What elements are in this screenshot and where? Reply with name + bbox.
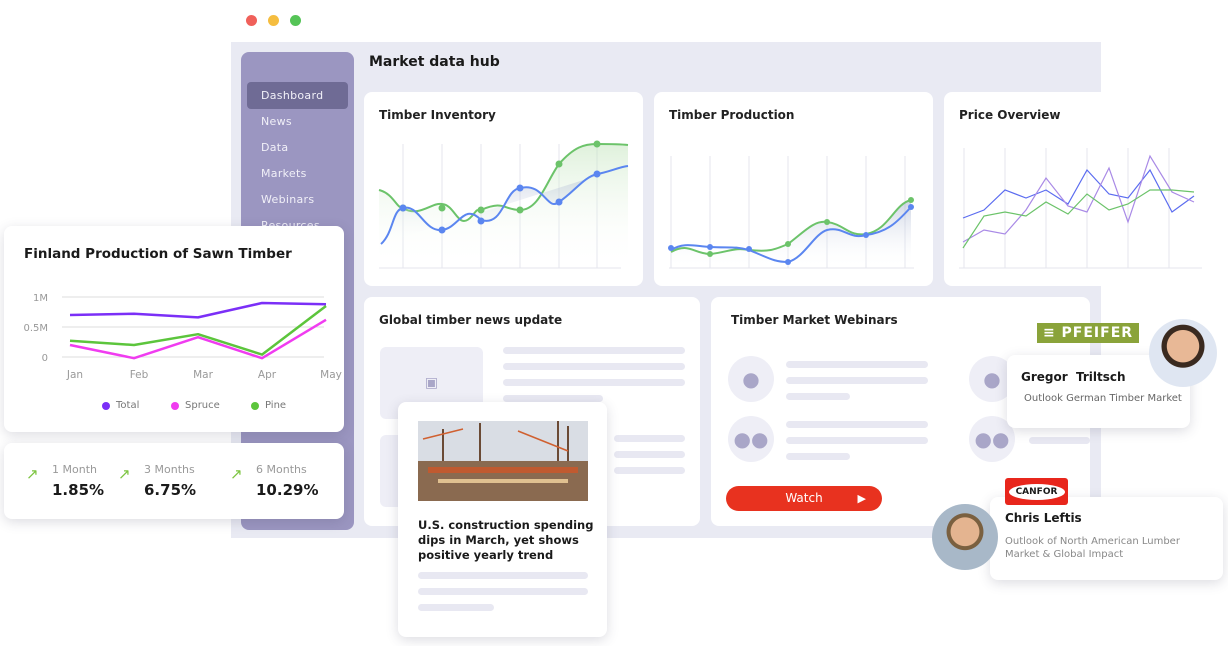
text-placeholder bbox=[786, 421, 928, 428]
minimize-window-button[interactable] bbox=[268, 15, 279, 26]
users-icon: ●● bbox=[728, 416, 774, 462]
text-placeholder bbox=[1029, 437, 1090, 444]
watch-button[interactable]: Watch ▶ bbox=[726, 486, 882, 511]
legend-swatch bbox=[171, 401, 179, 410]
finland-production-card: Finland Production of Sawn Timber 0 0.5M 1… bbox=[4, 226, 344, 432]
text-placeholder bbox=[786, 361, 928, 368]
trend-up-icon: ↗ bbox=[118, 465, 131, 483]
y-tick-label: 1M bbox=[33, 293, 48, 304]
price-overview-card[interactable]: Price Overview bbox=[944, 92, 1228, 286]
construction-photo bbox=[418, 421, 588, 501]
sidebar-item-news[interactable]: News bbox=[247, 108, 348, 135]
timber-inventory-card[interactable]: Timber Inventory bbox=[364, 92, 643, 286]
canfor-logo: CANFOR bbox=[1005, 478, 1068, 505]
text-placeholder bbox=[503, 395, 603, 402]
news-article-card[interactable]: U.S. construction spending dips in March… bbox=[398, 402, 607, 637]
text-placeholder bbox=[614, 435, 685, 442]
y-tick-label: 0.5M bbox=[23, 323, 48, 334]
text-placeholder bbox=[614, 451, 685, 458]
growth-stats-card: ↗ 1 Month 1.85% ↗ 3 Months 6.75% ↗ 6 Months 10… bbox=[4, 443, 344, 519]
series-line-spruce bbox=[69, 318, 327, 360]
stat-label: 1 Month bbox=[52, 463, 97, 476]
trend-up-icon: ↗ bbox=[26, 465, 39, 483]
text-placeholder bbox=[503, 347, 685, 354]
stat-value: 6.75% bbox=[144, 481, 197, 499]
play-icon: ▶ bbox=[857, 492, 866, 505]
text-placeholder bbox=[418, 604, 494, 611]
stat-value: 10.29% bbox=[256, 481, 319, 499]
x-tick-label: Feb bbox=[130, 369, 149, 381]
production-chart bbox=[668, 156, 914, 269]
user-icon: ● bbox=[728, 356, 774, 402]
legend-item-spruce: Spruce bbox=[171, 400, 220, 411]
trend-up-icon: ↗ bbox=[230, 465, 243, 483]
x-tick-label: May bbox=[320, 369, 342, 381]
page-title: Market data hub bbox=[369, 54, 500, 70]
speaker-talk: Outlook German Timber Market bbox=[1024, 393, 1182, 404]
text-placeholder bbox=[503, 363, 685, 370]
legend-item-total: Total bbox=[102, 400, 139, 411]
speaker-card-chris[interactable]: Chris Leftis Outlook of North American L… bbox=[990, 497, 1223, 580]
text-placeholder bbox=[614, 467, 685, 474]
close-window-button[interactable] bbox=[246, 15, 257, 26]
stat-value: 1.85% bbox=[52, 481, 105, 499]
legend-label: Spruce bbox=[185, 400, 220, 411]
legend-swatch bbox=[102, 401, 110, 410]
sidebar-item-dashboard[interactable]: Dashboard bbox=[247, 82, 348, 109]
y-tick-label: 0 bbox=[42, 353, 48, 364]
legend-swatch bbox=[251, 401, 259, 410]
text-placeholder bbox=[786, 377, 928, 384]
speaker-avatar bbox=[932, 504, 998, 570]
speaker-avatar bbox=[1149, 319, 1217, 387]
speaker-name: Chris Leftis bbox=[1005, 511, 1082, 525]
maximize-window-button[interactable] bbox=[290, 15, 301, 26]
timber-production-card[interactable]: Timber Production bbox=[654, 92, 933, 286]
sidebar-item-webinars[interactable]: Webinars bbox=[247, 186, 348, 213]
price-chart bbox=[959, 148, 1202, 269]
x-tick-label: Jan bbox=[66, 369, 83, 381]
inventory-chart bbox=[378, 140, 629, 269]
text-placeholder bbox=[786, 453, 850, 460]
watch-label: Watch bbox=[785, 491, 823, 505]
legend-label: Total bbox=[116, 400, 140, 411]
speaker-name: Gregor Triltsch bbox=[1021, 370, 1126, 384]
text-placeholder bbox=[503, 379, 685, 386]
card-title: Global timber news update bbox=[379, 313, 563, 327]
text-placeholder bbox=[786, 393, 850, 400]
text-placeholder bbox=[418, 588, 588, 595]
pfeifer-logo: ≡ PFEIFER bbox=[1037, 323, 1139, 343]
stat-label: 3 Months bbox=[144, 463, 195, 476]
card-title: Timber Market Webinars bbox=[731, 313, 898, 327]
sidebar-item-markets[interactable]: Markets bbox=[247, 160, 348, 187]
sidebar-item-data[interactable]: Data bbox=[247, 134, 348, 161]
legend-label: Pine bbox=[265, 400, 287, 411]
stat-label: 6 Months bbox=[256, 463, 307, 476]
text-placeholder bbox=[786, 437, 928, 444]
x-tick-label: Mar bbox=[193, 369, 213, 381]
x-tick-label: Apr bbox=[258, 369, 277, 381]
legend-item-pine: Pine bbox=[251, 400, 286, 411]
speaker-talk: Outlook of North American Lumber Market … bbox=[1005, 536, 1180, 560]
series-line-total bbox=[69, 301, 327, 319]
news-headline[interactable]: U.S. construction spending dips in March… bbox=[418, 518, 594, 563]
text-placeholder bbox=[418, 572, 588, 579]
